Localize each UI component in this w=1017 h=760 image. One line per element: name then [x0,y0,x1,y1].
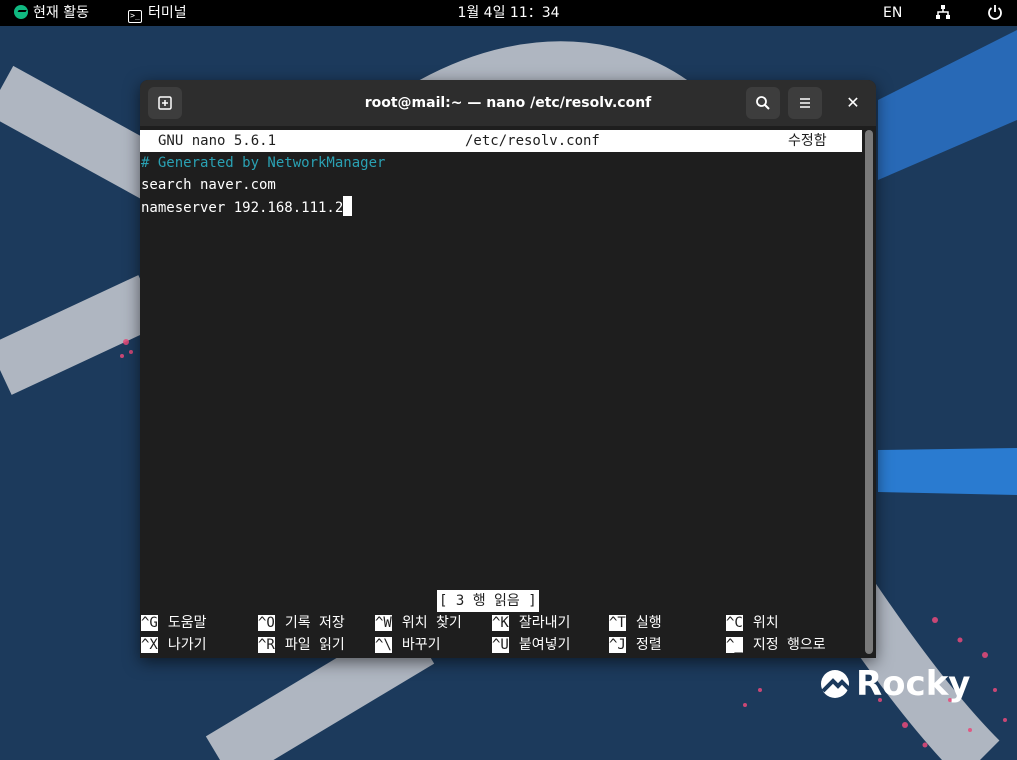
file-line: nameserver 192.168.111.2 [141,196,353,218]
shortcut-label: 위치 찾기 [401,615,462,631]
shortcut-label: 기록 저장 [284,615,345,631]
shortcut-write-out: ^O 기록 저장 [258,612,345,634]
shortcut-key: ^_ [726,637,743,653]
top-bar: 현재 활동 >_ 터미널 1월 4일 11：34 EN [0,0,1017,26]
shortcut-justify: ^J 정렬 [609,634,662,656]
shortcut-label: 정렬 [635,637,662,653]
terminal-scrollbar[interactable] [862,126,876,658]
shortcut-exit: ^X 나가기 [141,634,207,656]
shortcut-label: 바꾸기 [401,637,441,653]
text-cursor [343,196,353,216]
shortcut-execute: ^T 실행 [609,612,662,634]
file-line: search naver.com [141,177,276,193]
search-button[interactable] [746,87,780,119]
shortcut-label: 붙여넣기 [518,637,571,653]
shortcut-key: ^W [375,615,392,631]
shortcut-key: ^J [609,637,626,653]
power-icon[interactable] [987,0,1003,26]
network-icon[interactable] [935,0,951,26]
shortcut-key: ^R [258,637,275,653]
close-icon: ✕ [846,93,860,112]
shortcut-label: 나가기 [167,637,207,653]
shortcut-label: 지정 행으로 [752,637,826,653]
shortcut-label: 도움말 [167,615,207,631]
shortcut-key: ^G [141,615,158,631]
close-button[interactable]: ✕ [836,87,870,119]
shortcut-replace: ^\ 바꾸기 [375,634,441,656]
shortcut-where-is: ^W 위치 찾기 [375,612,462,634]
shortcut-label: 위치 [752,615,779,631]
shortcut-key: ^X [141,637,158,653]
scrollbar-thumb[interactable] [865,130,873,654]
shortcut-cut: ^K 잘라내기 [492,612,570,634]
shortcut-key: ^U [492,637,509,653]
nano-status-message: [ 3 행 읽음 ] [437,590,539,612]
file-line-text: nameserver 192.168.111.2 [141,200,344,216]
shortcut-location: ^C 위치 [726,612,779,634]
nano-version: GNU nano 5.6.1 [158,133,277,149]
menu-button[interactable] [788,87,822,119]
shortcut-key: ^K [492,615,509,631]
window-titlebar[interactable]: root@mail:~ — nano /etc/resolv.conf ✕ [140,80,876,126]
shortcut-key: ^\ [375,637,392,653]
input-language-indicator[interactable]: EN [883,0,902,26]
shortcut-go-to-line: ^_ 지정 행으로 [726,634,826,656]
search-icon [756,96,770,110]
shortcut-label: 실행 [635,615,662,631]
shortcut-label: 파일 읽기 [284,637,345,653]
shortcut-key: ^T [609,615,626,631]
shortcut-paste: ^U 붙여넣기 [492,634,570,656]
rocky-logo-text: Rocky [856,664,971,704]
terminal-window: root@mail:~ — nano /etc/resolv.conf ✕ GN… [140,80,876,658]
nano-header-bar: GNU nano 5.6.1 /etc/resolv.conf 수정함 [140,130,862,152]
shortcut-label: 잘라내기 [518,615,571,631]
shortcut-read-file: ^R 파일 읽기 [258,634,345,656]
rocky-wordmark: Rocky [820,664,970,704]
terminal-content[interactable]: GNU nano 5.6.1 /etc/resolv.conf 수정함 # Ge… [140,126,862,658]
nano-modified-flag: 수정함 [788,133,827,149]
nano-filename: /etc/resolv.conf [465,133,600,149]
hamburger-icon [800,98,810,108]
shortcut-key: ^C [726,615,743,631]
shortcut-help: ^G 도움말 [141,612,207,634]
clock[interactable]: 1월 4일 11：34 [0,0,1017,26]
file-line: # Generated by NetworkManager [141,155,386,171]
shortcut-key: ^O [258,615,275,631]
rocky-logo-icon [821,670,851,698]
